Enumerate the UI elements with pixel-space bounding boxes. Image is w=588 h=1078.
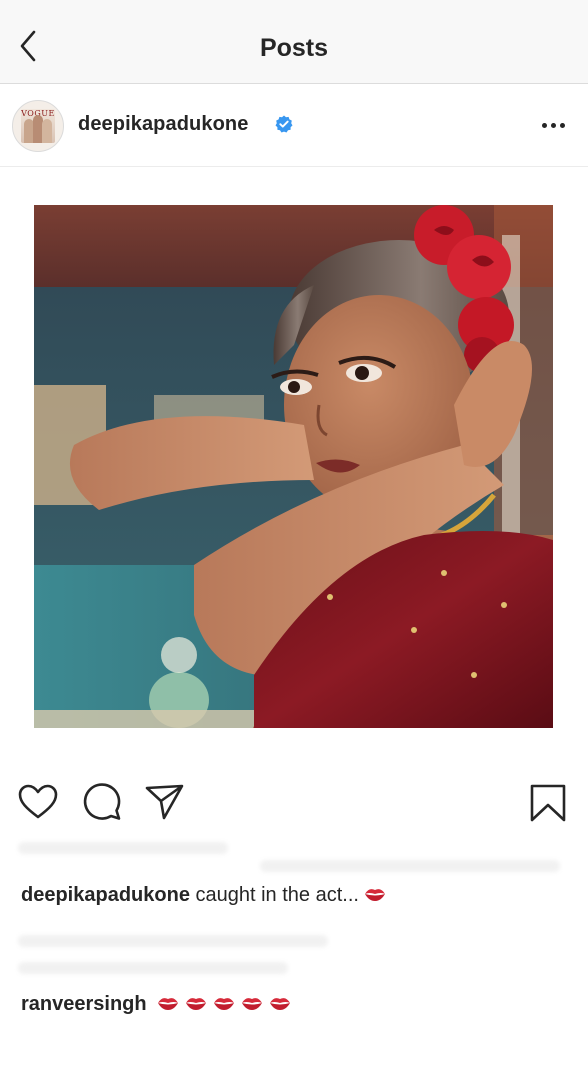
page-title: Posts bbox=[259, 34, 329, 62]
heart-icon bbox=[18, 784, 58, 819]
save-button[interactable] bbox=[526, 780, 570, 824]
verified-badge-icon bbox=[275, 115, 293, 133]
kiss-mark-icon bbox=[242, 998, 263, 1010]
comment-button[interactable] bbox=[80, 780, 124, 824]
top-nav-bar: Posts bbox=[0, 0, 588, 84]
post-header: VOGUE deepikapadukone bbox=[0, 85, 588, 167]
caption-username[interactable]: deepikapadukone bbox=[21, 884, 190, 906]
comment-username[interactable]: ranveersingh bbox=[21, 993, 147, 1015]
avatar[interactable]: VOGUE bbox=[12, 100, 64, 152]
caption-text: caught in the act... bbox=[195, 884, 359, 906]
post-caption: deepikapadukone caught in the act... bbox=[21, 884, 387, 907]
kiss-mark-icon bbox=[270, 998, 291, 1010]
kiss-mark-icon bbox=[364, 889, 385, 901]
post-photo-illustration bbox=[34, 205, 553, 728]
blurred-text bbox=[18, 842, 228, 854]
blurred-text bbox=[18, 935, 328, 947]
kiss-mark-icon bbox=[158, 998, 179, 1010]
blurred-text bbox=[18, 962, 288, 974]
comment-icon bbox=[83, 783, 121, 820]
comment-item: ranveersingh bbox=[21, 993, 292, 1016]
send-icon bbox=[145, 784, 184, 820]
bookmark-icon bbox=[530, 784, 566, 822]
kiss-mark-icon bbox=[214, 998, 235, 1010]
blurred-text bbox=[260, 860, 560, 872]
more-horizontal-icon bbox=[542, 123, 547, 128]
like-button[interactable] bbox=[16, 780, 60, 824]
share-button[interactable] bbox=[142, 780, 186, 824]
avatar-magazine-cover: VOGUE bbox=[21, 109, 55, 143]
post-username[interactable]: deepikapadukone bbox=[78, 113, 248, 136]
post-image[interactable] bbox=[34, 205, 553, 728]
post-action-bar bbox=[0, 780, 588, 828]
kiss-mark-icon bbox=[186, 998, 207, 1010]
more-options-button[interactable] bbox=[538, 115, 570, 135]
